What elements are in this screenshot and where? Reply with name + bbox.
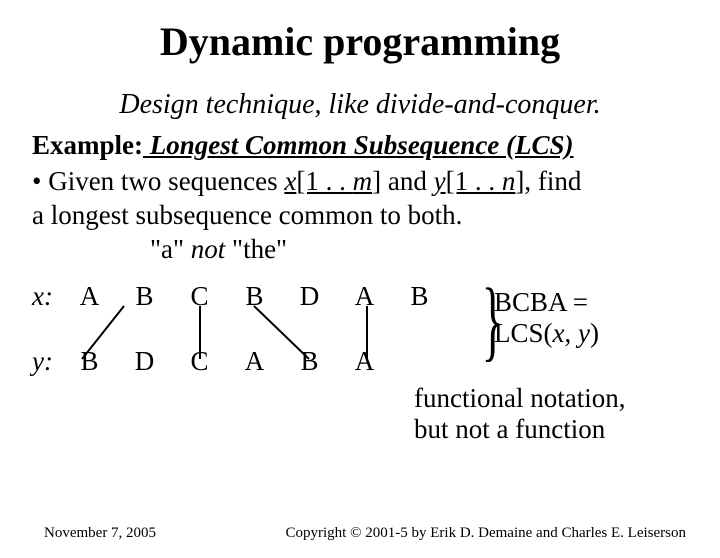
- seq-cell: C: [172, 281, 227, 312]
- rhs-line1: BCBA =: [494, 287, 588, 317]
- func-note-1: functional notation,: [414, 383, 625, 413]
- slide-footer: November 7, 2005 Copyright © 2001-5 by E…: [0, 525, 720, 542]
- slide-title: Dynamic programming: [0, 18, 720, 65]
- functional-notation-note: functional notation, but not a function: [414, 383, 625, 445]
- and-text: ] and: [372, 166, 433, 196]
- seq-cell: B: [392, 281, 447, 312]
- note-the: "the": [232, 234, 287, 264]
- rhs-close: ): [590, 318, 599, 348]
- footer-date: November 7, 2005: [44, 525, 156, 542]
- seq-cell: B: [117, 281, 172, 312]
- y-var: y: [434, 166, 446, 196]
- seq-cell: D: [117, 346, 172, 377]
- seq-cell: C: [172, 346, 227, 377]
- func-note-2: but not a function: [414, 414, 605, 444]
- rhs-comma: ,: [565, 318, 579, 348]
- seq-cell: B: [62, 346, 117, 377]
- note-not: not: [184, 234, 232, 264]
- example-title: Longest Common Subsequence (LCS): [143, 130, 574, 160]
- x-var: x: [284, 166, 296, 196]
- y-label: y:: [32, 346, 62, 377]
- bullet-prefix: • Given two sequences: [32, 166, 284, 196]
- n-var: n: [502, 166, 516, 196]
- rhs-x: x: [553, 318, 565, 348]
- seq-cell: B: [282, 346, 337, 377]
- y-sequence-row: y: B D C A B A: [32, 346, 392, 377]
- example-heading: Example: Longest Common Subsequence (LCS…: [32, 129, 688, 163]
- bullet-line2: a longest subsequence common to both.: [32, 200, 462, 230]
- footer-copyright: Copyright © 2001-5 by Erik D. Demaine an…: [286, 525, 686, 542]
- seq-cell: A: [227, 346, 282, 377]
- a-not-the-note: "a" not "the": [150, 234, 688, 265]
- sequence-area: x: A B C B D A B y: B D C A B A } BCBA =…: [32, 271, 688, 441]
- y-range: [1 . .: [446, 166, 502, 196]
- seq-cell: A: [337, 346, 392, 377]
- rhs-lcs: LCS(: [494, 318, 553, 348]
- x-label: x:: [32, 281, 62, 312]
- lcs-result: BCBA = LCS(x, y): [494, 287, 599, 349]
- seq-cell: B: [227, 281, 282, 312]
- seq-cell: D: [282, 281, 337, 312]
- bullet-suffix: ], find: [515, 166, 581, 196]
- seq-cell: A: [62, 281, 117, 312]
- seq-cell: A: [337, 281, 392, 312]
- x-sequence-row: x: A B C B D A B: [32, 281, 447, 312]
- m-var: m: [353, 166, 373, 196]
- bullet-text: • Given two sequences x[1 . . m] and y[1…: [32, 165, 688, 233]
- example-label: Example:: [32, 130, 143, 160]
- rhs-y: y: [578, 318, 590, 348]
- subtitle: Design technique, like divide-and-conque…: [32, 89, 688, 121]
- slide-body: Design technique, like divide-and-conque…: [0, 89, 720, 441]
- x-range: [1 . .: [296, 166, 352, 196]
- note-a: "a": [150, 234, 184, 264]
